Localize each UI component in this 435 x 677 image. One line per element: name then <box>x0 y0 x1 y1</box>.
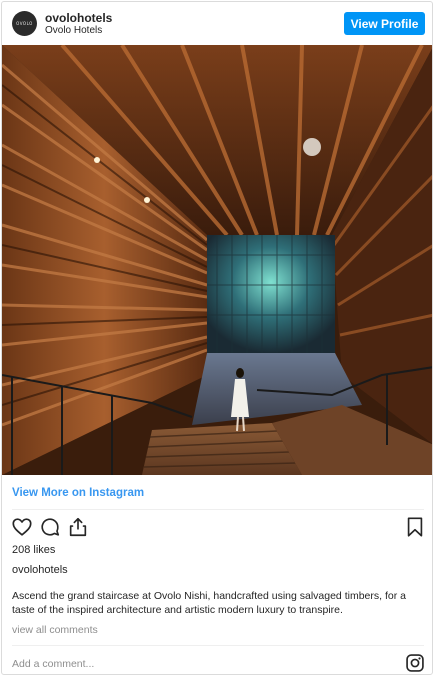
full-name: Ovolo Hotels <box>45 25 103 36</box>
avatar-logo-text: OVOLO <box>16 21 33 26</box>
post-photo[interactable] <box>2 45 432 475</box>
caption-text: Ascend the grand staircase at Ovolo Nish… <box>12 590 406 616</box>
comment-icon[interactable] <box>39 516 61 538</box>
heart-icon[interactable] <box>11 516 33 538</box>
view-all-comments-link[interactable]: view all comments <box>12 624 98 636</box>
view-profile-button[interactable]: View Profile <box>344 12 425 35</box>
action-bar <box>2 516 432 540</box>
instagram-icon[interactable] <box>405 653 425 673</box>
username[interactable]: ovolohotels <box>45 11 112 25</box>
avatar[interactable]: OVOLO <box>12 11 37 36</box>
comment-input[interactable] <box>12 656 392 672</box>
post-header: OVOLO ovolohotels Ovolo Hotels View Prof… <box>2 2 432 45</box>
share-icon[interactable] <box>67 516 89 538</box>
likes-count[interactable]: 208 likes <box>12 544 55 556</box>
staircase-photo <box>2 45 432 475</box>
divider <box>12 509 424 510</box>
divider <box>12 645 424 646</box>
bookmark-icon[interactable] <box>404 516 426 538</box>
instagram-embed: OVOLO ovolohotels Ovolo Hotels View Prof… <box>1 1 433 675</box>
caption-username[interactable]: ovolohotels <box>12 564 68 576</box>
view-more-link[interactable]: View More on Instagram <box>12 487 144 499</box>
